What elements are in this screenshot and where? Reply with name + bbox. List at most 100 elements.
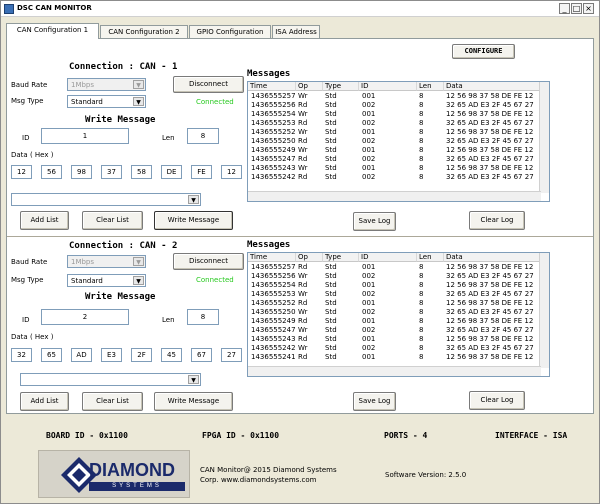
table-cell: 1436555250 — [251, 137, 296, 145]
can1-data-byte[interactable]: 98 — [71, 165, 92, 179]
can1-clear-list-button[interactable]: Clear List — [82, 211, 143, 230]
can2-data-byte[interactable]: 2F — [131, 348, 152, 362]
can2-add-list-button[interactable]: Add List — [20, 392, 69, 411]
table-cell: Std — [325, 281, 337, 289]
can2-data-byte[interactable]: 45 — [161, 348, 182, 362]
can2-id-field[interactable]: 2 — [41, 309, 129, 325]
table-cell: Std — [325, 146, 337, 154]
can1-len-field[interactable]: 8 — [187, 128, 219, 144]
log1-col-id[interactable]: ID — [359, 82, 417, 91]
can2-baud-select[interactable]: 1Mbps ▼ — [67, 255, 146, 268]
can1-data-byte[interactable]: DE — [161, 165, 182, 179]
table-cell: 1436555256 — [251, 272, 296, 280]
can1-message-list-select[interactable]: ▼ — [11, 193, 201, 206]
tab-can-configuration-2[interactable]: CAN Configuration 2 — [100, 25, 188, 39]
table-row[interactable]: 1436555257 Rd Std 001 8 12 56 98 37 58 DE FE … — [248, 263, 541, 271]
table-cell: Std — [325, 317, 337, 325]
maximize-icon[interactable]: □ — [571, 3, 582, 14]
table-row[interactable]: 1436555243 Wr Std 001 8 12 56 98 37 58 DE FE … — [248, 164, 541, 172]
can1-baud-select[interactable]: 1Mbps ▼ — [67, 78, 146, 91]
table-row[interactable]: 1436555256 Rd Std 002 8 32 65 AD E3 2F 45 67 … — [248, 101, 541, 109]
log1-col-op[interactable]: Op — [296, 82, 323, 91]
log2-col-id[interactable]: ID — [359, 253, 417, 262]
configure-button[interactable]: CONFIGURE — [452, 44, 515, 59]
minimize-icon[interactable]: _ — [559, 3, 570, 14]
can1-data-byte[interactable]: 12 — [11, 165, 32, 179]
table-cell: 32 65 AD E3 2F 45 67 27 — [446, 272, 534, 280]
can2-msgtype-select[interactable]: Standard ▼ — [67, 274, 146, 287]
can1-msgtype-select[interactable]: Standard ▼ — [67, 95, 146, 108]
log2-col-data[interactable]: Data — [444, 253, 541, 262]
log1-save-log-button[interactable]: Save Log — [353, 212, 396, 231]
table-row[interactable]: 1436555242 Wr Std 002 8 32 65 AD E3 2F 45 67 … — [248, 344, 541, 352]
table-row[interactable]: 1436555247 Wr Std 002 8 32 65 AD E3 2F 45 67 … — [248, 326, 541, 334]
log1-col-data[interactable]: Data — [444, 82, 541, 91]
table-row[interactable]: 1436555249 Rd Std 001 8 12 56 98 37 58 DE FE … — [248, 317, 541, 325]
log1-col-type[interactable]: Type — [323, 82, 359, 91]
log2-col-len[interactable]: Len — [417, 253, 444, 262]
table-row[interactable]: 1436555241 Rd Std 001 8 12 56 98 37 58 DE FE … — [248, 353, 541, 361]
log1-horizontal-scrollbar[interactable] — [248, 191, 541, 201]
table-cell: 002 — [362, 155, 376, 163]
log1-col-len[interactable]: Len — [417, 82, 444, 91]
can2-write-message-button[interactable]: Write Message — [154, 392, 233, 411]
can1-data-byte[interactable]: 37 — [101, 165, 122, 179]
can2-message-list-select[interactable]: ▼ — [20, 373, 201, 386]
can2-data-byte[interactable]: 65 — [41, 348, 62, 362]
can1-data-byte[interactable]: 58 — [131, 165, 152, 179]
can1-data-byte[interactable]: FE — [191, 165, 212, 179]
can1-disconnect-button[interactable]: Disconnect — [173, 76, 244, 93]
table-row[interactable]: 1436555243 Rd Std 001 8 12 56 98 37 58 DE FE … — [248, 335, 541, 343]
can2-data-byte[interactable]: 32 — [11, 348, 32, 362]
log2-clear-log-button[interactable]: Clear Log — [469, 391, 525, 410]
log2-horizontal-scrollbar[interactable] — [248, 366, 541, 376]
can2-len-field[interactable]: 8 — [187, 309, 219, 325]
can2-data-byte[interactable]: E3 — [101, 348, 122, 362]
table-row[interactable]: 1436555256 Wr Std 002 8 32 65 AD E3 2F 45 67 … — [248, 272, 541, 280]
table-cell: 1436555241 — [251, 353, 296, 361]
can1-write-message-button[interactable]: Write Message — [154, 211, 233, 230]
table-row[interactable]: 1436555252 Wr Std 001 8 12 56 98 37 58 DE FE … — [248, 128, 541, 136]
log1-vertical-scrollbar[interactable] — [539, 82, 549, 193]
table-row[interactable]: 1436555253 Rd Std 002 8 32 65 AD E3 2F 45 67 … — [248, 119, 541, 127]
log2-table[interactable]: Time Op Type ID Len Data 1436555257 Rd Std… — [247, 252, 550, 377]
close-icon[interactable]: × — [583, 3, 594, 14]
log2-save-log-button[interactable]: Save Log — [353, 392, 396, 411]
can2-data-byte[interactable]: AD — [71, 348, 92, 362]
log1-clear-log-button[interactable]: Clear Log — [469, 211, 525, 230]
table-row[interactable]: 1436555254 Wr Std 001 8 12 56 98 37 58 DE FE … — [248, 110, 541, 118]
table-row[interactable]: 1436555254 Rd Std 001 8 12 56 98 37 58 DE FE … — [248, 281, 541, 289]
table-row[interactable]: 1436555250 Rd Std 002 8 32 65 AD E3 2F 45 67 … — [248, 137, 541, 145]
logo-subtext: SYSTEMS — [89, 482, 185, 491]
log2-col-type[interactable]: Type — [323, 253, 359, 262]
tab-isa-address[interactable]: ISA Address — [272, 25, 320, 39]
table-cell: 002 — [362, 119, 376, 127]
table-row[interactable]: 1436555253 Wr Std 002 8 32 65 AD E3 2F 45 67 … — [248, 290, 541, 298]
table-row[interactable]: 1436555242 Rd Std 002 8 32 65 AD E3 2F 45 67 … — [248, 173, 541, 181]
table-cell: Rd — [298, 101, 308, 109]
can1-data-byte[interactable]: 12 — [221, 165, 242, 179]
table-row[interactable]: 1436555247 Rd Std 002 8 32 65 AD E3 2F 45 67 … — [248, 155, 541, 163]
table-row[interactable]: 1436555252 Rd Std 001 8 12 56 98 37 58 DE FE … — [248, 299, 541, 307]
log2-col-op[interactable]: Op — [296, 253, 323, 262]
table-row[interactable]: 1436555250 Wr Std 002 8 32 65 AD E3 2F 45 67 … — [248, 308, 541, 316]
log2-col-time[interactable]: Time — [248, 253, 296, 262]
tab-can-configuration-1[interactable]: CAN Configuration 1 — [6, 23, 99, 39]
can1-data-byte[interactable]: 56 — [41, 165, 62, 179]
log1-table[interactable]: Time Op Type ID Len Data 1436555257 Wr Std… — [247, 81, 550, 202]
can2-data-byte[interactable]: 67 — [191, 348, 212, 362]
table-row[interactable]: 1436555249 Wr Std 001 8 12 56 98 37 58 DE FE … — [248, 146, 541, 154]
can2-disconnect-button[interactable]: Disconnect — [173, 253, 244, 270]
table-cell: 8 — [419, 344, 424, 352]
can1-id-field[interactable]: 1 — [41, 128, 129, 144]
tab-gpio-configuration[interactable]: GPIO Configuration — [189, 25, 271, 39]
table-cell: 32 65 AD E3 2F 45 67 27 — [446, 137, 534, 145]
can2-data-byte[interactable]: 27 — [221, 348, 242, 362]
log1-col-time[interactable]: Time — [248, 82, 296, 91]
log2-vertical-scrollbar[interactable] — [539, 253, 549, 368]
table-cell: 8 — [419, 299, 424, 307]
can2-clear-list-button[interactable]: Clear List — [82, 392, 143, 411]
table-cell: Wr — [298, 326, 308, 334]
table-row[interactable]: 1436555257 Wr Std 001 8 12 56 98 37 58 DE FE … — [248, 92, 541, 100]
can1-add-list-button[interactable]: Add List — [20, 211, 69, 230]
